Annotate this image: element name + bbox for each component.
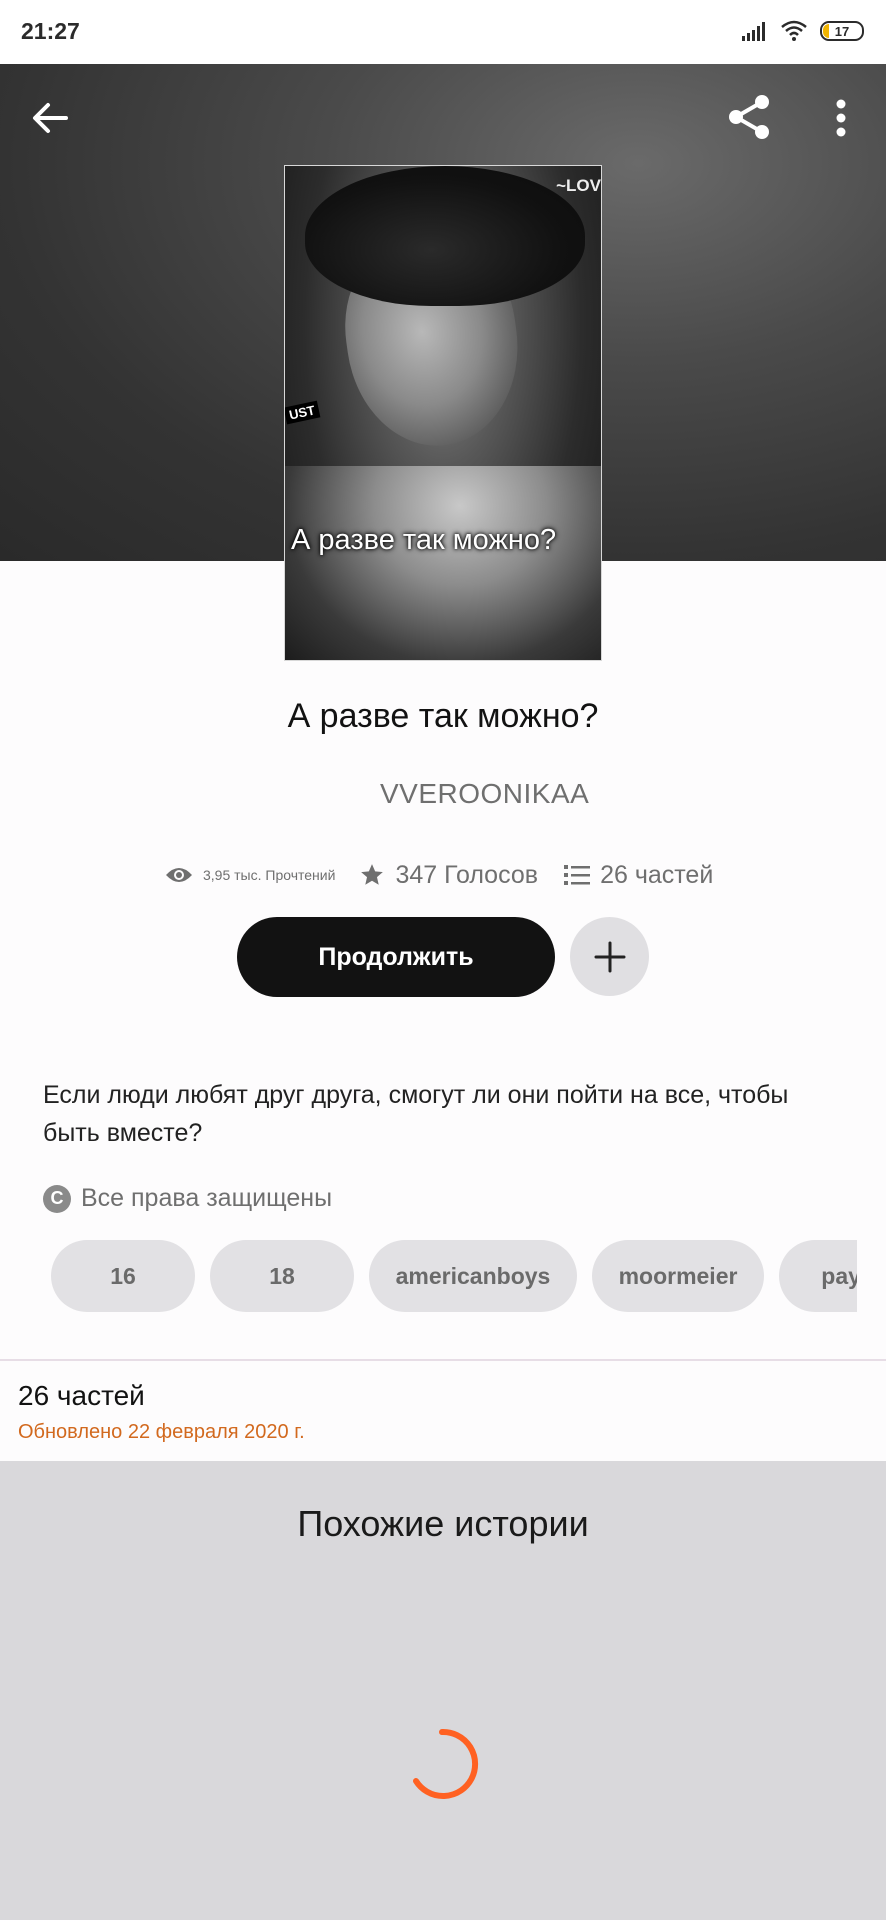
back-arrow-icon[interactable]	[28, 96, 72, 140]
reads-count: 3,95 тыс. Прочтений	[203, 867, 336, 883]
battery-icon: 17	[820, 21, 864, 41]
star-icon	[361, 864, 384, 885]
tags-track: 16 18 americanboys moormeier payton	[51, 1240, 857, 1312]
cover-tag-side: UST	[285, 400, 321, 425]
votes-count: 347 Голосов	[395, 860, 539, 889]
parts-section-title[interactable]: 26 частей	[18, 1380, 145, 1412]
story-cover-image: ~LOV UST А разве так можно?	[284, 165, 602, 661]
cover-hair-shape	[305, 166, 585, 306]
cover-shirt-shape	[285, 466, 601, 660]
wifi-icon	[781, 20, 807, 41]
story-title: А разве так можно?	[287, 697, 599, 735]
tag-chip[interactable]: 18	[210, 1240, 354, 1312]
section-divider	[0, 1359, 886, 1361]
updated-date: Обновлено 22 февраля 2020 г.	[18, 1421, 305, 1443]
tag-chip[interactable]: 16	[51, 1240, 195, 1312]
reads-stat: 3,95 тыс. Прочтений	[165, 865, 335, 885]
copyright-icon: C	[43, 1184, 71, 1213]
status-icons: 17	[742, 20, 864, 42]
tags-row[interactable]: 16 18 americanboys moormeier payton	[51, 1240, 857, 1312]
story-description: Если люди любят друг друга, смогут ли он…	[43, 1081, 789, 1147]
cover-title-text: А разве так можно?	[291, 524, 557, 556]
more-vertical-icon[interactable]	[826, 94, 856, 142]
tag-chip[interactable]: moormeier	[592, 1240, 764, 1312]
copyright-notice: C Все права защищены	[43, 1184, 332, 1213]
similar-stories-section: Похожие истории	[0, 1461, 886, 1920]
story-stats: 3,95 тыс. Прочтений 347 Голосов 26 часте…	[165, 855, 713, 895]
plus-icon	[594, 941, 625, 972]
tag-chip[interactable]: americanboys	[369, 1240, 577, 1312]
loading-spinner-icon	[413, 1728, 479, 1799]
list-icon	[564, 865, 591, 885]
share-icon[interactable]	[724, 92, 774, 142]
add-to-library-button[interactable]	[570, 917, 649, 996]
tag-chip[interactable]: payton	[779, 1240, 857, 1312]
copyright-text: Все права защищены	[81, 1184, 333, 1212]
status-time: 21:27	[21, 18, 80, 44]
signal-icon	[742, 22, 765, 41]
eye-icon	[166, 868, 192, 882]
battery-level: 17	[834, 23, 850, 39]
cover-tag-top: ~LOV	[556, 176, 601, 195]
parts-count-stat: 26 частей	[600, 860, 714, 889]
parts-stat: 26 частей	[564, 861, 713, 890]
similar-stories-title: Похожие истории	[297, 1503, 589, 1544]
votes-stat: 347 Голосов	[359, 861, 538, 890]
status-bar: 21:27 17	[0, 0, 886, 64]
continue-button[interactable]: Продолжить	[237, 917, 555, 997]
story-author[interactable]: VVEROONIKAA	[380, 778, 589, 810]
